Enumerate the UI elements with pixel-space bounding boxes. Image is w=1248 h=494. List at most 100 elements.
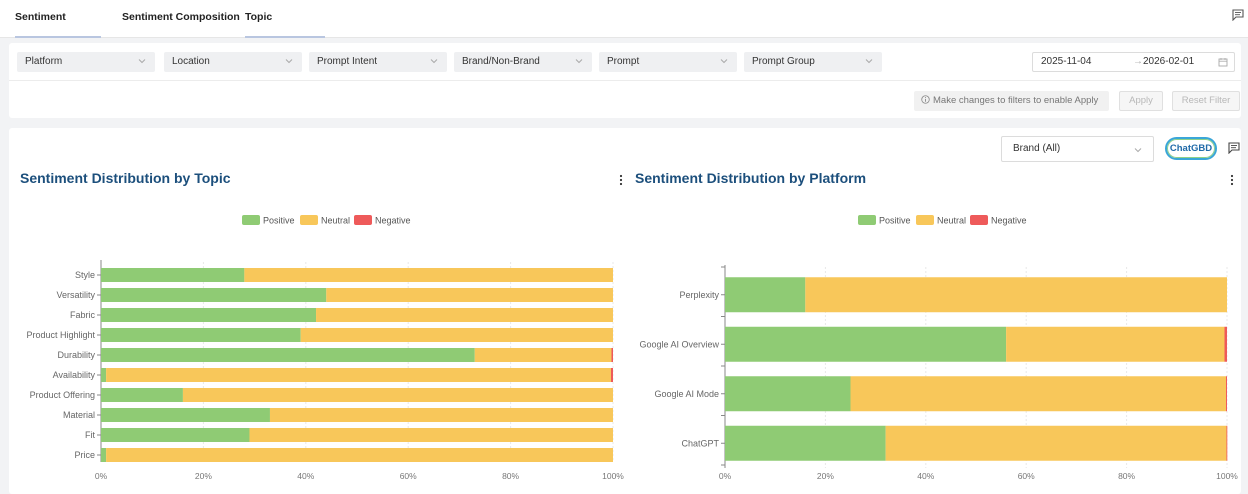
chatgbd-button[interactable]: ChatGBD xyxy=(1165,137,1217,160)
chart-title-topic: Sentiment Distribution by Topic xyxy=(20,170,231,186)
y-tick-label: Material xyxy=(63,410,95,420)
prompt-intent-dropdown[interactable]: Prompt Intent xyxy=(309,52,447,72)
bar-positive xyxy=(725,326,1007,362)
chevron-down-icon xyxy=(575,59,583,64)
chart-panel: 0% 20% 40% 60% 80% 100% Style Versatility Fabric… xyxy=(9,128,1241,494)
bar-neutral xyxy=(106,368,611,382)
legend-swatch-negative xyxy=(970,215,988,225)
bar-neutral xyxy=(326,288,613,302)
bar-neutral xyxy=(1006,326,1225,362)
date-end[interactable]: 2026-02-01 xyxy=(1143,53,1194,71)
bar-positive xyxy=(725,277,806,313)
bar-positive xyxy=(725,425,886,461)
date-start[interactable]: 2025-11-04 xyxy=(1041,53,1091,71)
dropdown-label: Prompt Intent xyxy=(317,56,378,67)
brand-non-brand-dropdown[interactable]: Brand/Non-Brand xyxy=(454,52,592,72)
bar-positive xyxy=(101,388,183,402)
bar-neutral xyxy=(269,408,613,422)
dropdown-label: Prompt xyxy=(607,56,640,67)
x-tick-label: 0% xyxy=(719,471,732,481)
dropdown-label: Platform xyxy=(25,56,63,67)
date-arrow: → xyxy=(1133,56,1143,67)
bar-neutral xyxy=(249,428,614,442)
tab-sentiment-overview[interactable]: Sentiment Overview xyxy=(15,0,101,57)
legend-label: Neutral xyxy=(321,216,350,226)
bar-neutral xyxy=(885,425,1227,461)
bar-neutral xyxy=(474,348,612,362)
bar-positive xyxy=(101,448,107,462)
y-tick-label: Perplexity xyxy=(679,290,719,300)
platform-dropdown[interactable]: Platform xyxy=(17,52,155,72)
dropdown-label: Location xyxy=(172,56,210,67)
y-tick-label: Availability xyxy=(53,370,96,380)
date-range-picker[interactable]: 2025-11-04 → 2026-02-01 xyxy=(1032,52,1235,72)
x-tick-label: 20% xyxy=(817,471,834,481)
legend-swatch-neutral xyxy=(916,215,934,225)
reset-filter-button[interactable]: Reset Filter xyxy=(1172,91,1240,111)
legend-swatch-neutral xyxy=(300,215,318,225)
legend-swatch-positive xyxy=(242,215,260,225)
bar-neutral xyxy=(805,277,1227,313)
y-tick-label: Product Offering xyxy=(30,390,95,400)
y-tick-label: Google AI Mode xyxy=(654,389,719,399)
bar-negative xyxy=(1224,326,1227,362)
bar-positive xyxy=(101,408,270,422)
tab-bar: Sentiment Overview Sentiment Composition… xyxy=(0,0,1248,57)
calendar-icon xyxy=(1218,58,1228,67)
x-tick-label: 60% xyxy=(400,471,417,481)
chart-title-platform: Sentiment Distribution by Platform xyxy=(635,170,867,186)
location-dropdown[interactable]: Location xyxy=(164,52,302,72)
apply-hint: Make changes to filters to enable Apply xyxy=(914,91,1109,111)
hint-text: Make changes to filters to enable Apply xyxy=(933,95,1099,106)
y-tick-label: Fabric xyxy=(70,310,96,320)
chevron-down-icon xyxy=(285,59,293,64)
more-options-icon[interactable] xyxy=(619,174,623,186)
bar-neutral xyxy=(316,308,613,322)
tab-topic-composition[interactable]: Topic Composition xyxy=(245,0,325,57)
legend-label: Positive xyxy=(879,216,911,226)
chevron-down-icon xyxy=(138,59,146,64)
legend-swatch-negative xyxy=(354,215,372,225)
y-tick-label: Price xyxy=(74,450,95,460)
prompt-dropdown[interactable]: Prompt xyxy=(599,52,737,72)
y-tick-label: ChatGPT xyxy=(681,438,719,448)
y-tick-label: Google AI Overview xyxy=(639,339,719,349)
bar-neutral xyxy=(182,388,614,402)
x-tick-label: 60% xyxy=(1018,471,1035,481)
bar-negative xyxy=(611,348,613,362)
brand-select[interactable]: Brand (All) xyxy=(1001,136,1154,162)
chevron-down-icon xyxy=(430,59,438,64)
bar-negative xyxy=(1225,376,1227,412)
y-tick-label: Versatility xyxy=(56,290,95,300)
x-tick-label: 40% xyxy=(297,471,314,481)
comment-icon[interactable] xyxy=(1228,142,1240,154)
y-tick-label: Fit xyxy=(85,430,95,440)
bar-positive xyxy=(101,268,245,282)
chevron-down-icon xyxy=(1134,148,1142,153)
tab-sentiment-composition[interactable]: Sentiment Composition xyxy=(122,0,240,38)
dropdown-label: Brand/Non-Brand xyxy=(462,56,540,67)
y-tick-label: Style xyxy=(75,270,95,280)
chevron-down-icon xyxy=(720,59,728,64)
chevron-down-icon xyxy=(865,59,873,64)
prompt-group-dropdown[interactable]: Prompt Group xyxy=(744,52,882,72)
x-tick-label: 100% xyxy=(1216,471,1238,481)
comment-icon[interactable] xyxy=(1232,9,1244,21)
brand-select-value: Brand (All) xyxy=(1013,143,1061,154)
y-tick-label: Durability xyxy=(57,350,95,360)
more-options-icon[interactable] xyxy=(1230,174,1234,186)
bar-positive xyxy=(101,328,301,342)
x-tick-label: 80% xyxy=(1118,471,1135,481)
filter-row: Platform Location Prompt Intent Brand/No… xyxy=(9,43,1241,81)
legend-swatch-positive xyxy=(858,215,876,225)
x-tick-label: 20% xyxy=(195,471,212,481)
x-tick-label: 100% xyxy=(602,471,624,481)
bar-positive xyxy=(101,288,327,302)
apply-button[interactable]: Apply xyxy=(1119,91,1163,111)
bar-neutral xyxy=(850,376,1226,412)
x-tick-label: 40% xyxy=(917,471,934,481)
bar-neutral xyxy=(106,448,614,462)
bar-positive xyxy=(101,368,107,382)
x-tick-label: 0% xyxy=(95,471,108,481)
legend-label: Neutral xyxy=(937,216,966,226)
